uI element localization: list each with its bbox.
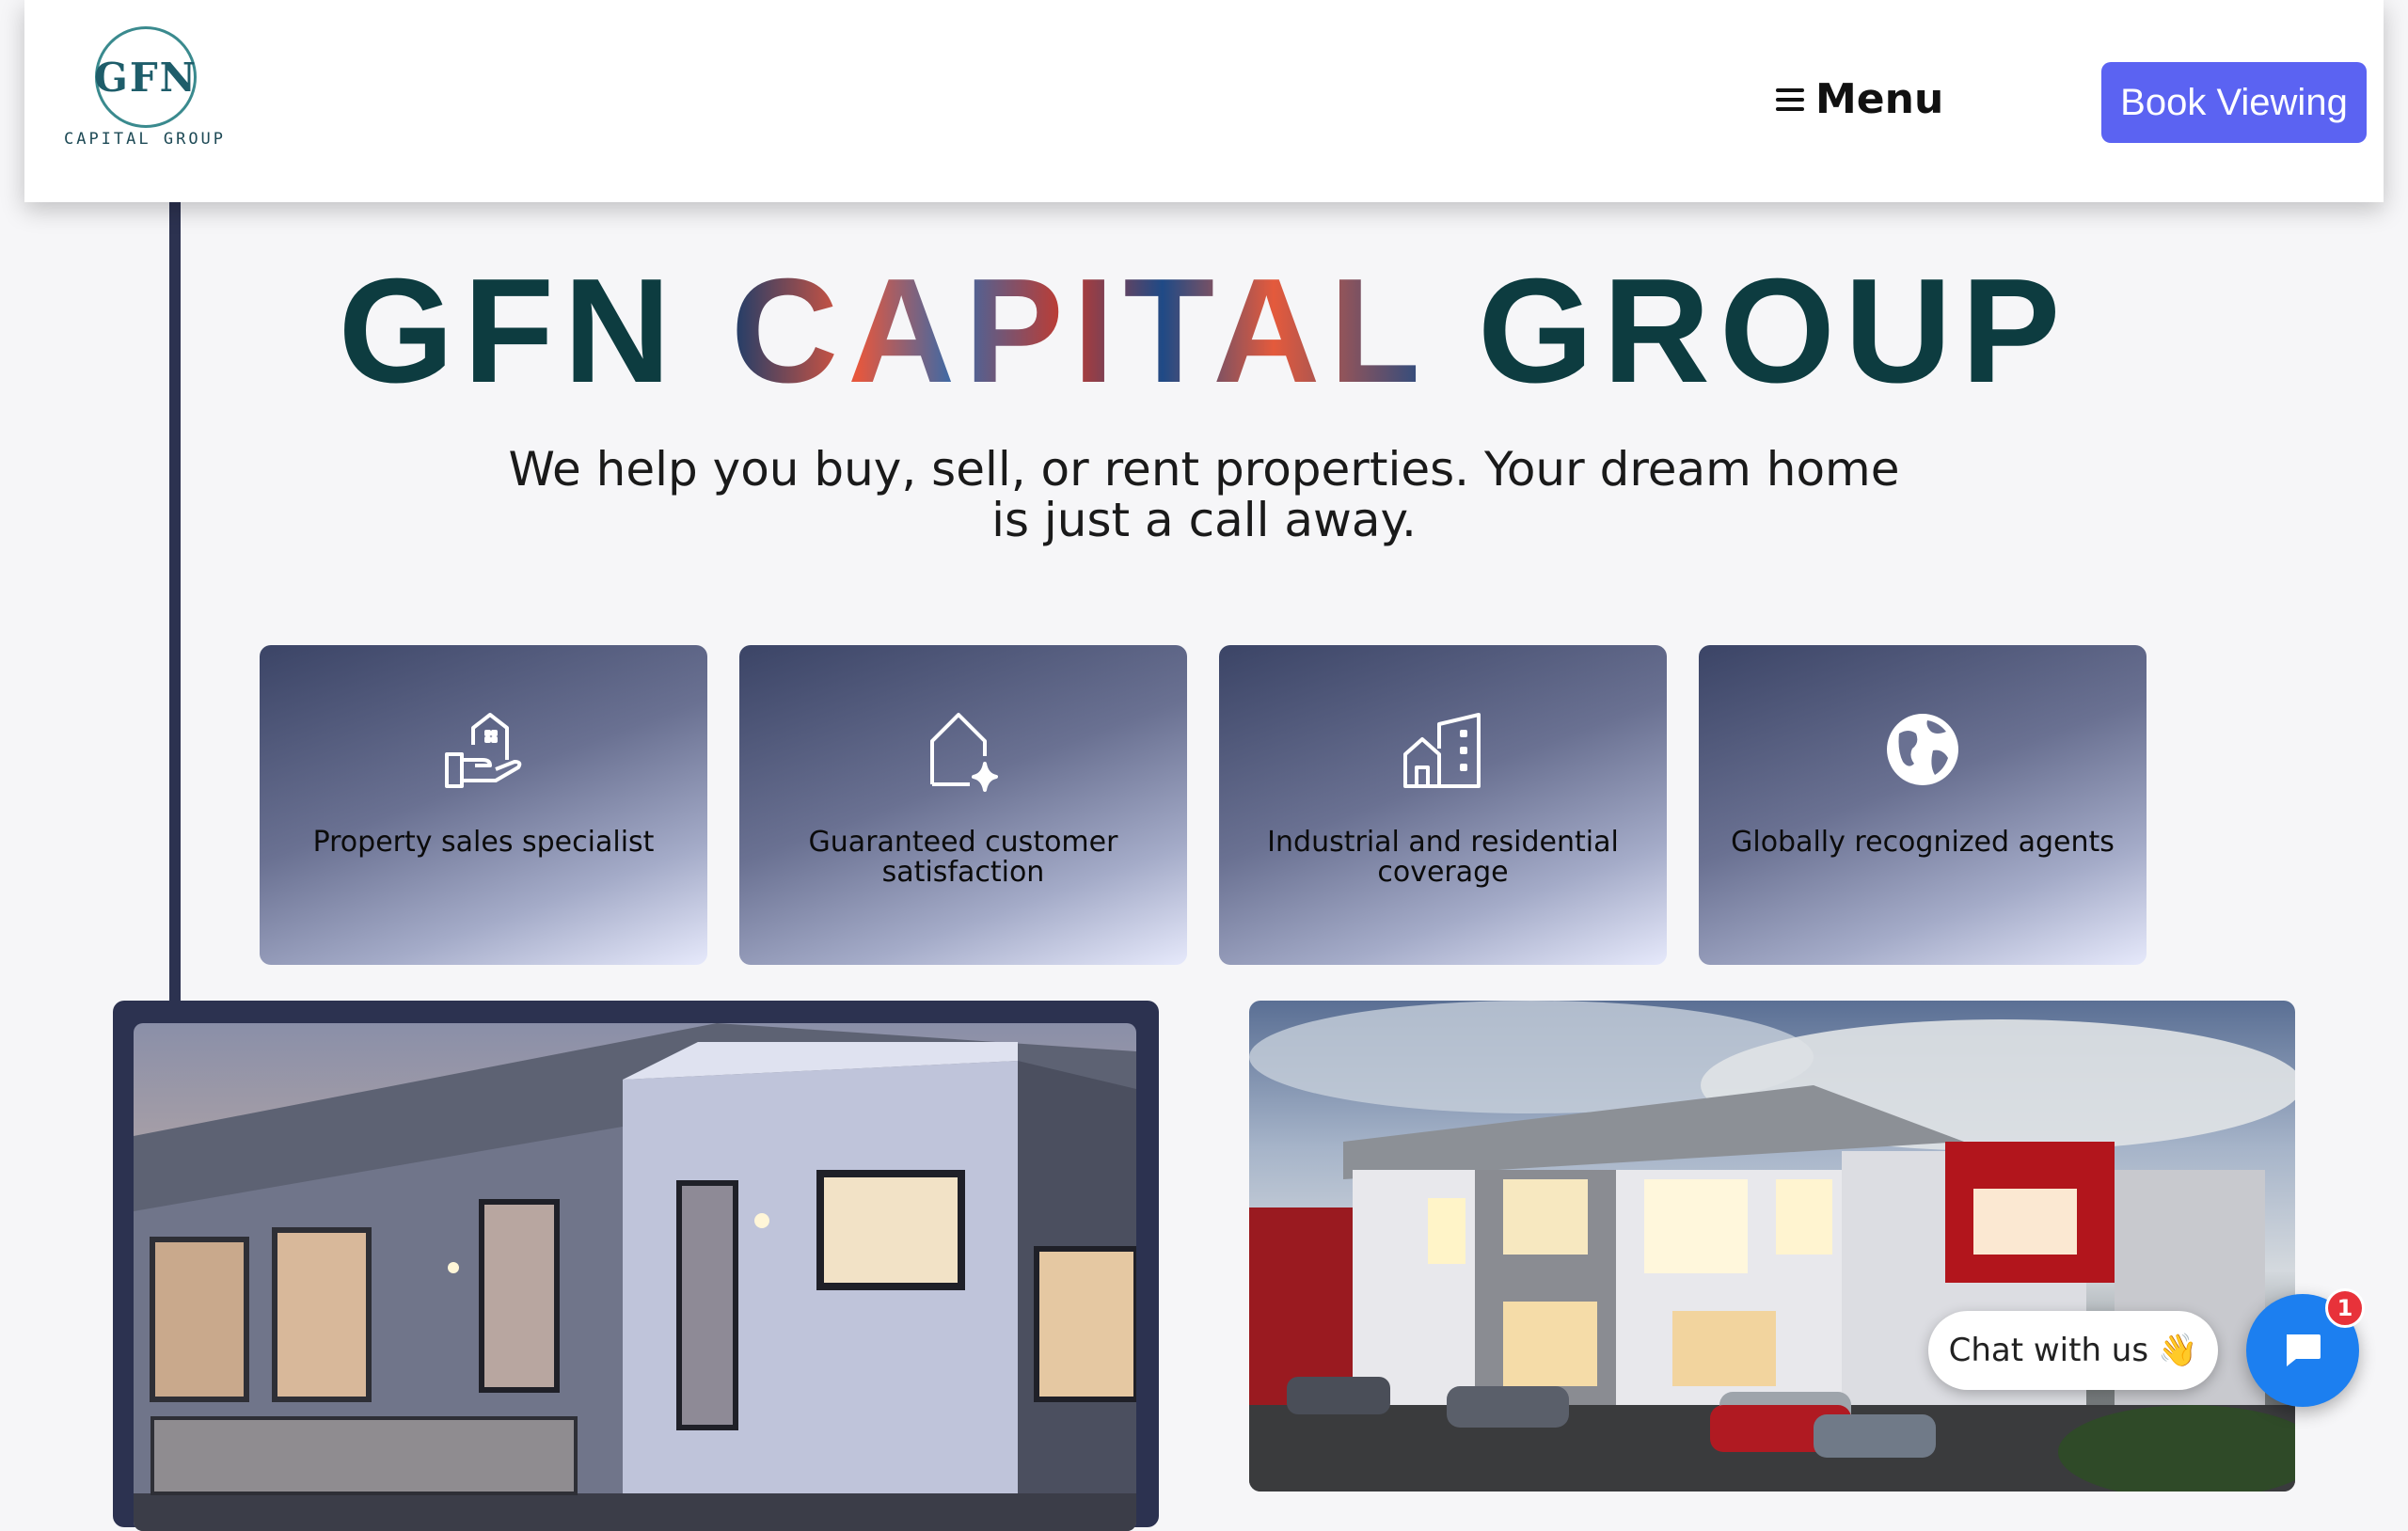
site-header: GFN CAPITAL GROUP Menu Book Viewing: [24, 0, 2384, 202]
feature-card-sales: Property sales specialist: [260, 645, 707, 965]
notification-badge: 1: [2325, 1288, 2365, 1328]
property-image-townhouses: [1249, 1001, 2295, 1492]
logo[interactable]: GFN CAPITAL GROUP: [60, 21, 223, 162]
hero-title: GFN CAPITAL GROUP: [0, 246, 2408, 417]
hero-subtitle: We help you buy, sell, or rent propertie…: [508, 442, 1900, 547]
feature-card-agents: Globally recognized agents: [1699, 645, 2147, 965]
chat-icon: [2287, 1334, 2321, 1366]
feature-card-coverage: Industrial and residential coverage: [1219, 645, 1667, 965]
waving-hand-icon: 👋: [2158, 1332, 2198, 1369]
feature-card-satisfaction: Guaranteed customer satisfaction: [739, 645, 1187, 965]
logo-subtitle: CAPITAL GROUP: [63, 130, 227, 149]
hero-title-part3: GROUP: [1427, 248, 2070, 414]
property-image-modern-house: [134, 1023, 1136, 1531]
hand-house-icon: [445, 713, 522, 788]
feature-label: Globally recognized agents: [1731, 826, 2115, 859]
menu-label: Menu: [1815, 75, 1944, 123]
buildings-icon: [1403, 713, 1481, 788]
house-sparkle-icon: [930, 713, 998, 792]
book-viewing-button[interactable]: Book Viewing: [2101, 62, 2367, 143]
feature-label: Property sales specialist: [312, 826, 655, 859]
logo-monogram: GFN: [93, 54, 198, 101]
feature-label: Guaranteed customer satisfaction: [808, 826, 1118, 889]
chat-with-us-bubble[interactable]: Chat with us 👋: [1928, 1311, 2218, 1390]
townhouses-illustration: [1249, 1001, 2295, 1492]
chat-bubble-text: Chat with us: [1948, 1332, 2149, 1369]
feature-cards: Property sales specialist Guaranteed cus…: [260, 645, 2147, 965]
menu-button[interactable]: Menu: [1776, 75, 1943, 123]
hero-title-accent: CAPITAL: [731, 248, 1428, 414]
hero-title-part1: GFN: [338, 248, 732, 414]
globe-icon: [1887, 714, 1958, 785]
modern-house-illustration: [134, 1023, 1136, 1531]
feature-label: Industrial and residential coverage: [1267, 826, 1619, 889]
hamburger-icon: [1776, 87, 1804, 111]
